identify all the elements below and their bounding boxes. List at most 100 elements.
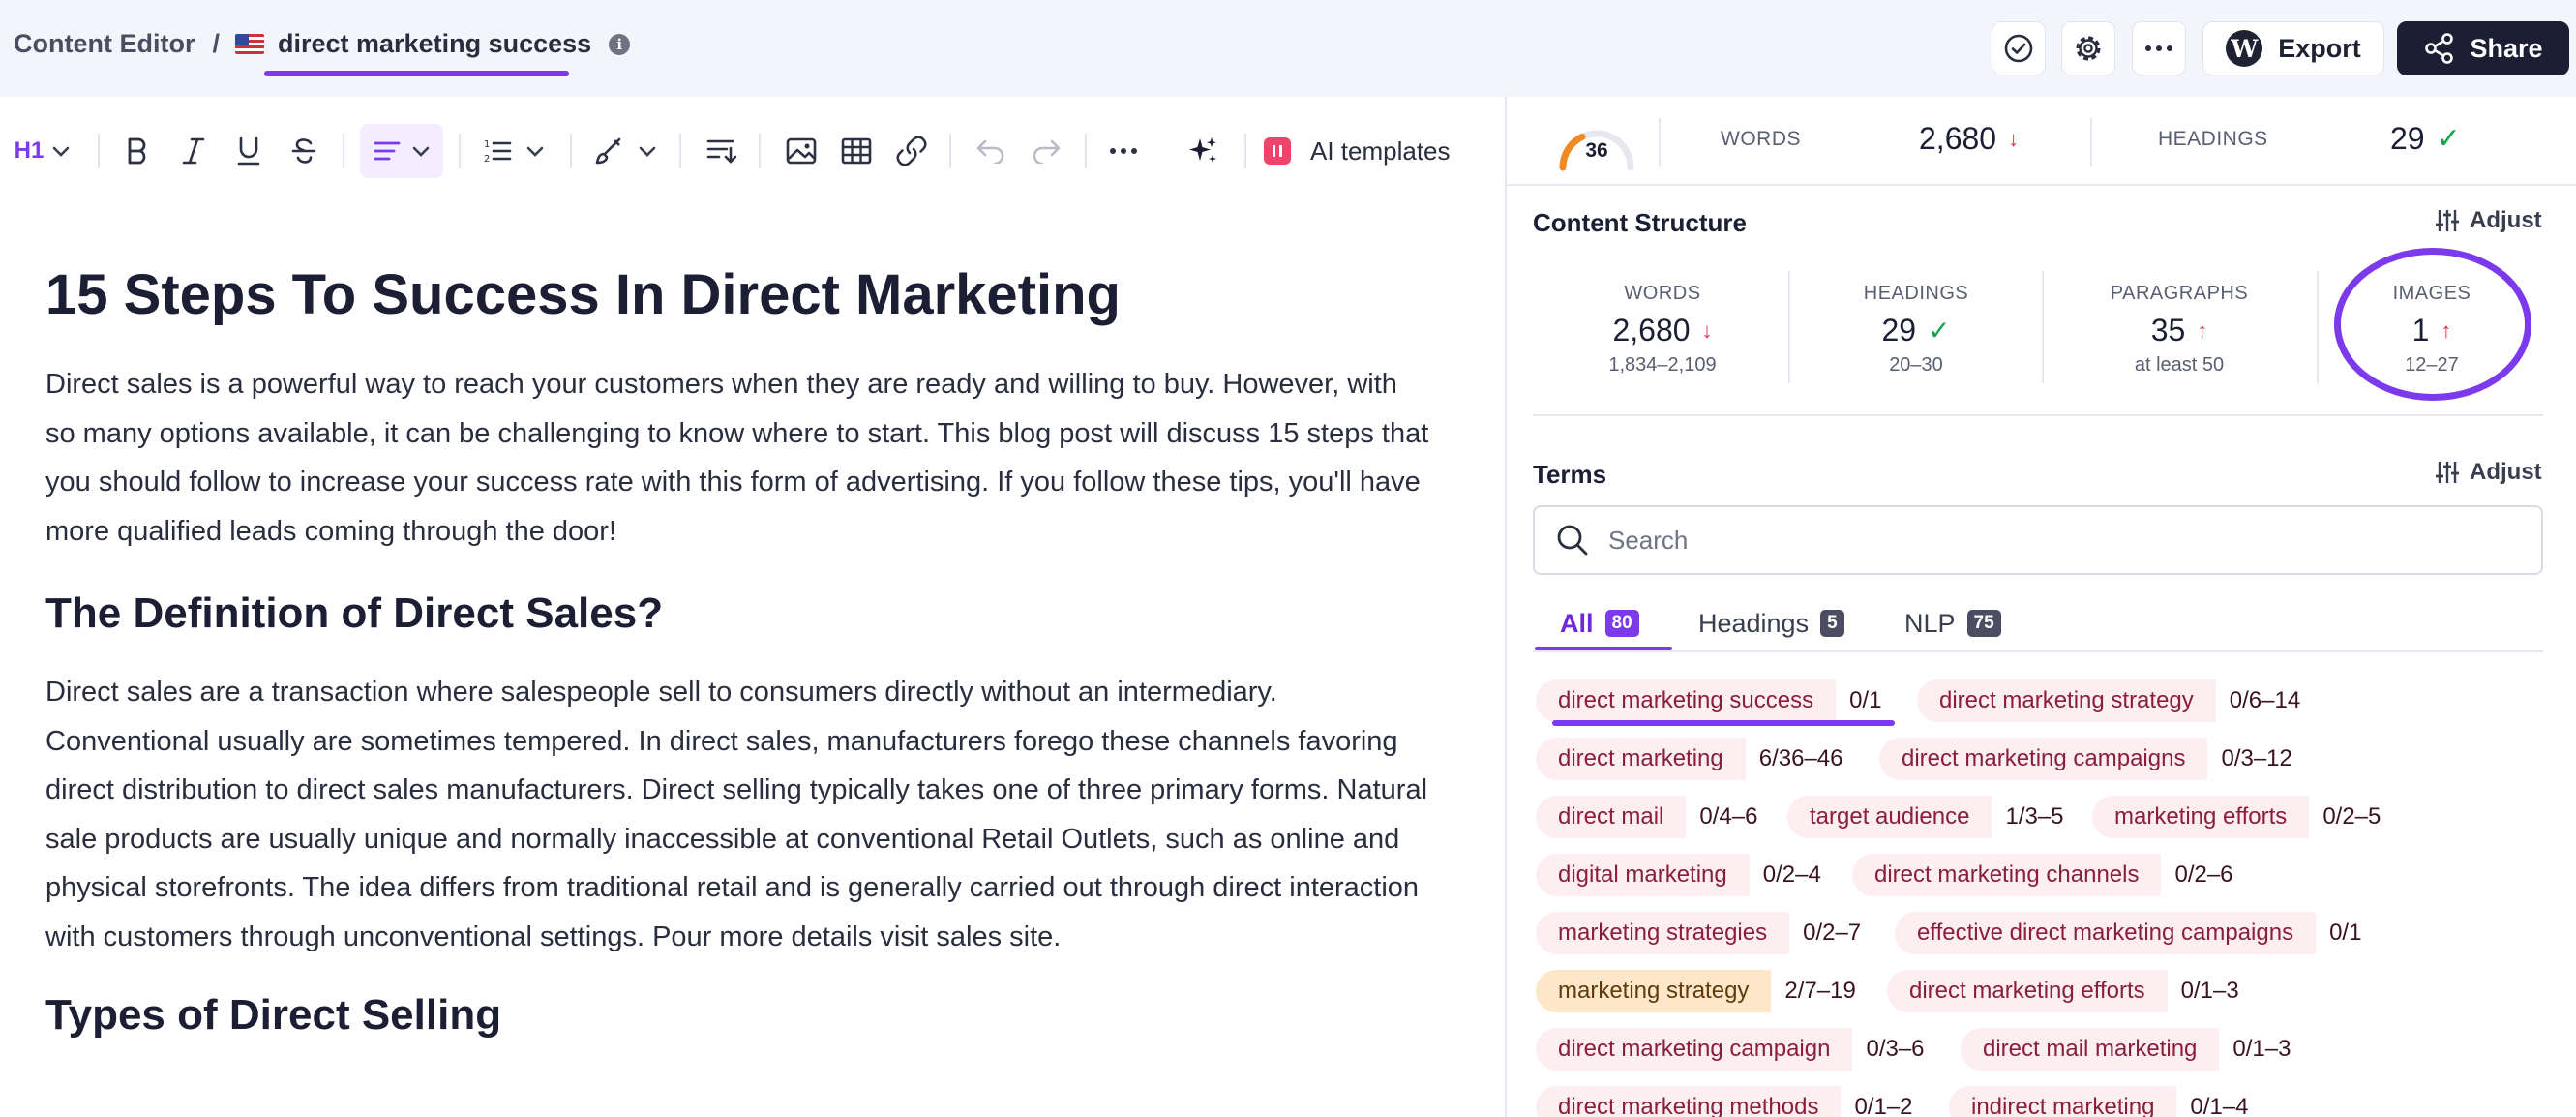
content-structure-adjust-button[interactable]: Adjust	[2435, 207, 2542, 234]
term-chip[interactable]: direct marketing success 0/1	[1536, 679, 1882, 722]
stat-divider	[1659, 118, 1661, 166]
tab-headings[interactable]: Headings 5	[1698, 596, 1844, 650]
terms-search-input[interactable]	[1608, 525, 2479, 556]
term-chip[interactable]: direct marketing campaigns 0/3–12	[1879, 738, 2292, 780]
share-label: Share	[2470, 33, 2543, 63]
heading-definition[interactable]: The Definition of Direct Sales?	[45, 585, 1429, 643]
more-tools-button[interactable]	[1103, 124, 1144, 178]
tab-count-badge: 75	[1966, 610, 2001, 637]
italic-icon	[182, 137, 205, 165]
term-chip[interactable]: direct marketing methods 0/1–2	[1536, 1086, 1913, 1117]
check-button[interactable]	[1992, 21, 2046, 75]
info-icon[interactable]: i	[609, 33, 631, 55]
term-chip[interactable]: direct mail marketing 0/1–3	[1961, 1028, 2291, 1071]
metric-label: PARAGRAPHS	[2110, 283, 2249, 304]
highlight-dropdown[interactable]	[588, 124, 662, 178]
chevron-down-icon	[639, 146, 656, 157]
metric-words: WORDS 2,680 ↓ 1,834–2,109	[1546, 283, 1779, 377]
chevron-down-icon	[412, 146, 430, 157]
definition-paragraph[interactable]: Direct sales are a transaction where sal…	[45, 668, 1429, 961]
term-chip[interactable]: marketing efforts 0/2–5	[2092, 796, 2381, 838]
term-count: 0/1–3	[2219, 1028, 2291, 1071]
term-chip[interactable]: direct marketing strategy 0/6–14	[1917, 679, 2301, 722]
metric-value: 35	[2150, 313, 2186, 347]
term-count: 0/4–6	[1686, 796, 1758, 838]
term-chip[interactable]: direct marketing 6/36–46	[1536, 738, 1843, 780]
undo-icon	[976, 139, 1004, 164]
sort-button[interactable]	[701, 124, 741, 178]
metric-range: at least 50	[2134, 354, 2225, 376]
document-body[interactable]: 15 Steps To Success In Direct Marketing …	[45, 254, 1429, 1044]
settings-button[interactable]	[2061, 21, 2115, 75]
term-chip-highlighted[interactable]: marketing strategy 2/7–19	[1536, 970, 1856, 1012]
export-button[interactable]: W Export	[2202, 21, 2384, 75]
term-chip[interactable]: indirect marketing 0/1–4	[1949, 1086, 2249, 1117]
term-chip[interactable]: effective direct marketing campaigns 0/1	[1895, 912, 2362, 954]
flag-us-icon	[235, 34, 264, 54]
heading-level-dropdown[interactable]: H1	[8, 124, 77, 178]
check-circle-icon	[2004, 34, 2033, 63]
term-chip[interactable]: direct marketing campaign 0/3–6	[1536, 1028, 1925, 1071]
term-chip[interactable]: direct marketing efforts 0/1–3	[1887, 970, 2239, 1012]
term-chip[interactable]: direct mail 0/4–6	[1536, 796, 1758, 838]
underline-button[interactable]	[228, 124, 269, 178]
italic-button[interactable]	[173, 124, 214, 178]
share-button[interactable]: Share	[2397, 21, 2569, 75]
term-chip[interactable]: digital marketing 0/2–4	[1536, 854, 1821, 896]
sliders-icon	[2436, 462, 2459, 483]
redo-button[interactable]	[1026, 124, 1066, 178]
images-circle-annotation	[2334, 248, 2531, 401]
heading-level-label: H1	[14, 137, 45, 164]
chevron-down-icon	[53, 146, 70, 157]
strikethrough-button[interactable]	[284, 124, 324, 178]
term-chip[interactable]: marketing strategies 0/2–7	[1536, 912, 1862, 954]
terms-adjust-button[interactable]: Adjust	[2435, 459, 2542, 486]
breadcrumb-title: direct marketing success	[278, 29, 592, 58]
ai-assist-button[interactable]	[1183, 124, 1223, 178]
stat-divider	[2090, 118, 2092, 166]
term-name: direct marketing success	[1558, 687, 1814, 713]
term-name: direct mail	[1558, 803, 1664, 830]
bold-button[interactable]	[117, 124, 158, 178]
document-title[interactable]: 15 Steps To Success In Direct Marketing	[45, 254, 1429, 337]
heading-types[interactable]: Types of Direct Selling	[45, 986, 1429, 1044]
metric-value-row: 29 ✓	[1800, 313, 2032, 348]
tab-all[interactable]: All 80	[1560, 596, 1639, 650]
term-name: target audience	[1810, 803, 1970, 830]
insert-table-button[interactable]	[836, 124, 877, 178]
term-count: 0/3–6	[1852, 1028, 1925, 1071]
terms-search-field[interactable]	[1533, 505, 2543, 575]
ai-templates-button[interactable]: AI templates	[1264, 124, 1457, 178]
metric-label: HEADINGS	[1863, 283, 1969, 304]
tab-nlp[interactable]: NLP 75	[1904, 596, 2001, 650]
insert-image-button[interactable]	[781, 124, 822, 178]
more-options-button[interactable]	[2132, 21, 2186, 75]
insert-link-button[interactable]	[891, 124, 932, 178]
term-count: 0/1–2	[1841, 1086, 1913, 1117]
term-name: direct marketing campaigns	[1902, 745, 2186, 771]
align-dropdown[interactable]	[360, 124, 443, 178]
undo-button[interactable]	[971, 124, 1011, 178]
chevron-down-icon	[526, 146, 544, 157]
svg-text:1: 1	[484, 139, 490, 150]
underline-icon	[237, 136, 260, 166]
tab-label: NLP	[1904, 608, 1956, 638]
term-chip[interactable]: direct marketing channels 0/2–6	[1852, 854, 2233, 896]
svg-text:2: 2	[484, 154, 490, 165]
breadcrumb-root[interactable]: Content Editor	[14, 29, 195, 59]
term-count: 0/1	[1836, 679, 1882, 722]
strikethrough-icon	[291, 138, 316, 164]
panel-divider	[1505, 97, 1507, 1117]
metric-value-row: 2,680 ↓	[1546, 313, 1779, 348]
ai-templates-label: AI templates	[1310, 136, 1451, 166]
divider	[1507, 184, 2576, 186]
sliders-icon	[2436, 210, 2459, 231]
term-chip[interactable]: target audience 1/3–5	[1787, 796, 2064, 838]
adjust-label: Adjust	[2470, 207, 2542, 233]
term-name: indirect marketing	[1971, 1094, 2155, 1117]
score-value: 36	[1585, 139, 1608, 162]
check-icon: ✓	[2436, 123, 2461, 155]
term-name: direct marketing campaign	[1558, 1036, 1831, 1062]
list-dropdown[interactable]: 12	[476, 124, 552, 178]
intro-paragraph[interactable]: Direct sales is a powerful way to reach …	[45, 360, 1429, 556]
